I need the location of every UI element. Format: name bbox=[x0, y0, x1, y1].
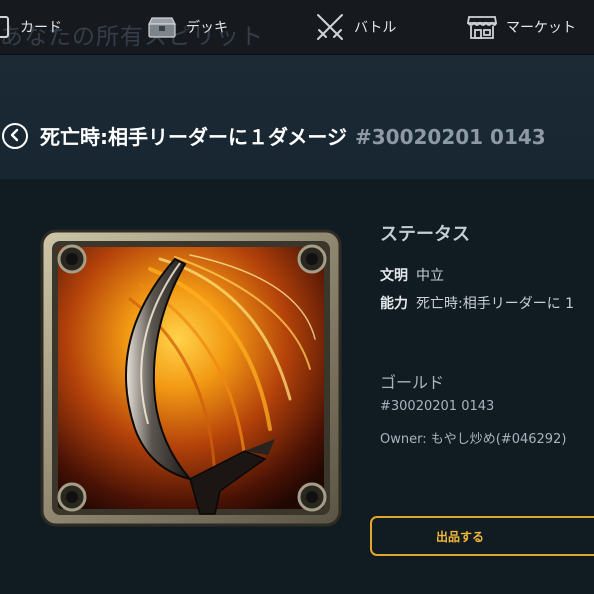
card-artwork bbox=[40, 229, 342, 527]
title-band bbox=[0, 55, 594, 179]
attribute-value: 中立 bbox=[416, 268, 444, 284]
owner-label[interactable]: Owner: もやし炒め(#046292) bbox=[380, 428, 566, 447]
status-heading: ステータス bbox=[380, 224, 470, 245]
serial-number: #30020201 0143 bbox=[380, 399, 495, 414]
nav-item-cards[interactable]: カード bbox=[0, 0, 62, 54]
ability-key: 能力 bbox=[380, 296, 408, 312]
page-title: 死亡時:相手リーダーに１ダメージ #30020201 0143 bbox=[40, 122, 546, 152]
attribute-key: 文明 bbox=[380, 268, 408, 284]
ability-row: 能力 死亡時:相手リーダーに 1 bbox=[380, 293, 574, 313]
card-title: 死亡時:相手リーダーに１ダメージ bbox=[40, 125, 347, 149]
nav-label-market: マーケット bbox=[506, 20, 576, 36]
nav-label-deck: デッキ bbox=[186, 20, 228, 36]
chest-icon bbox=[146, 14, 178, 40]
nav-item-market[interactable]: マーケット bbox=[466, 0, 576, 54]
sell-button[interactable]: 出品する bbox=[370, 516, 594, 556]
shop-icon bbox=[466, 13, 498, 41]
ability-value: 死亡時:相手リーダーに 1 bbox=[416, 296, 575, 312]
chevron-left-icon bbox=[9, 127, 21, 146]
nav-label-cards: カード bbox=[20, 20, 62, 36]
attribute-row: 文明 中立 bbox=[380, 265, 444, 285]
card-id: #30020201 0143 bbox=[355, 125, 546, 149]
cards-icon bbox=[0, 14, 12, 40]
nav-label-battle: バトル bbox=[354, 20, 397, 36]
back-button[interactable] bbox=[2, 123, 28, 149]
top-nav: あなたの所有スピリット カード デッキ バトル マーケット bbox=[0, 0, 594, 55]
nav-item-deck[interactable]: デッキ bbox=[146, 0, 228, 54]
crossed-swords-icon bbox=[314, 12, 346, 42]
rarity-label: ゴールド bbox=[380, 373, 445, 392]
nav-item-battle[interactable]: バトル bbox=[314, 0, 396, 54]
